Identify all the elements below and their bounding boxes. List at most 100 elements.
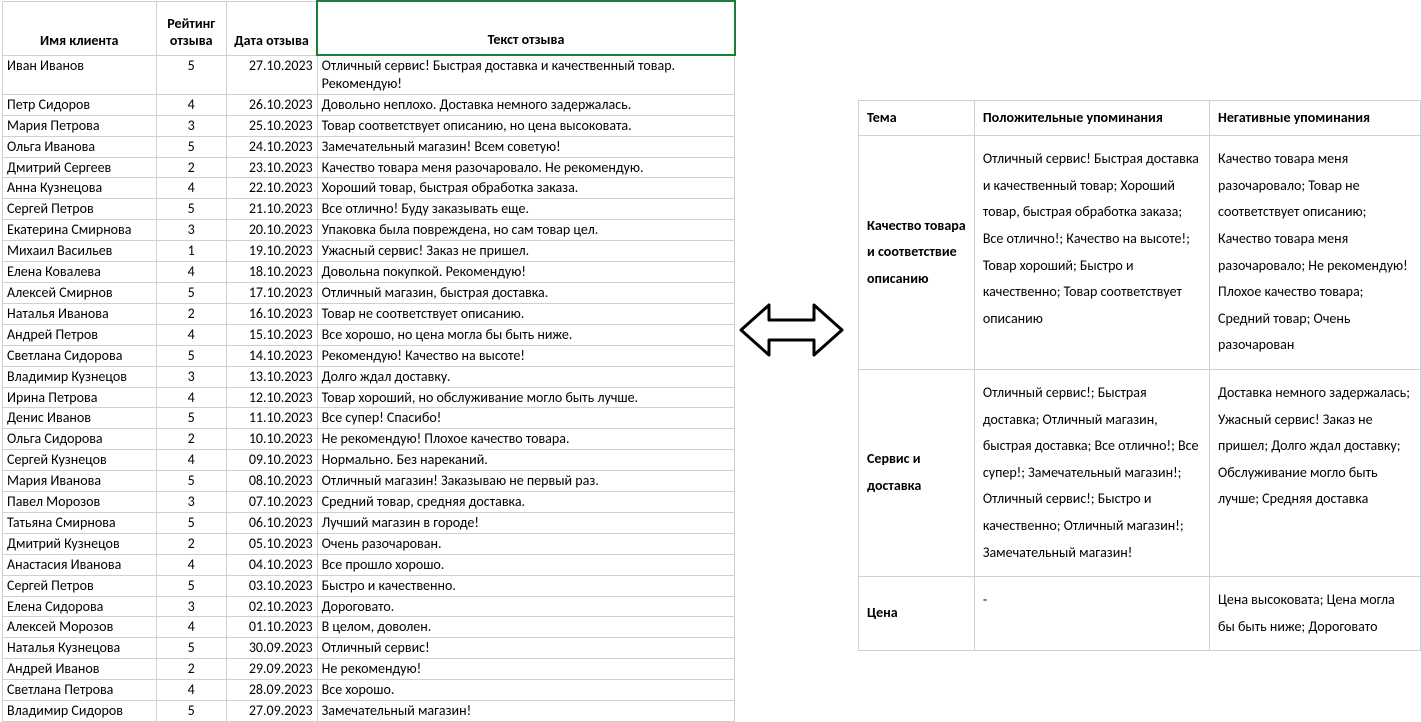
cell-text[interactable]: Очень разочарован. [317, 533, 735, 554]
cell-pos[interactable]: Отличный сервис!; Быстрая доставка; Отли… [974, 369, 1209, 576]
table-row[interactable]: Дмитрий Кузнецов205.10.2023Очень разочар… [3, 533, 735, 554]
cell-name[interactable]: Дмитрий Кузнецов [3, 533, 157, 554]
cell-name[interactable]: Сергей Петров [3, 575, 157, 596]
cell-rate[interactable]: 2 [156, 429, 226, 450]
cell-text[interactable]: Хороший товар, быстрая обработка заказа. [317, 178, 735, 199]
cell-text[interactable]: Товар соответствует описанию, но цена вы… [317, 115, 735, 136]
cell-date[interactable]: 26.10.2023 [226, 94, 317, 115]
cell-rate[interactable]: 3 [156, 492, 226, 513]
cell-rate[interactable]: 5 [156, 282, 226, 303]
cell-date[interactable]: 20.10.2023 [226, 220, 317, 241]
table-row[interactable]: Мария Иванова508.10.2023Отличный магазин… [3, 471, 735, 492]
cell-rate[interactable]: 1 [156, 241, 226, 262]
cell-date[interactable]: 30.09.2023 [226, 638, 317, 659]
header-name[interactable]: Имя клиента [3, 1, 157, 55]
cell-name[interactable]: Петр Сидоров [3, 94, 157, 115]
table-row[interactable]: Елена Ковалева418.10.2023Довольна покупк… [3, 262, 735, 283]
cell-text[interactable]: Товар не соответствует описанию. [317, 303, 735, 324]
cell-rate[interactable]: 2 [156, 157, 226, 178]
cell-neg[interactable]: Цена высоковата; Цена могла бы быть ниже… [1210, 577, 1421, 651]
cell-date[interactable]: 09.10.2023 [226, 450, 317, 471]
cell-rate[interactable]: 3 [156, 366, 226, 387]
cell-name[interactable]: Денис Иванов [3, 408, 157, 429]
cell-text[interactable]: Дороговато. [317, 596, 735, 617]
table-row[interactable]: Андрей Иванов229.09.2023Не рекомендую! [3, 659, 735, 680]
table-row[interactable]: Качество товара и соответствие описаниюО… [858, 136, 1420, 370]
cell-date[interactable]: 21.10.2023 [226, 199, 317, 220]
cell-rate[interactable]: 4 [156, 387, 226, 408]
cell-rate[interactable]: 2 [156, 659, 226, 680]
header-theme[interactable]: Тема [858, 101, 974, 136]
table-row[interactable]: Сергей Кузнецов409.10.2023Нормально. Без… [3, 450, 735, 471]
cell-text[interactable]: Замечательный магазин! Всем советую! [317, 136, 735, 157]
table-row[interactable]: Сергей Петров503.10.2023Быстро и качеств… [3, 575, 735, 596]
table-row[interactable]: Денис Иванов511.10.2023Все супер! Спасиб… [3, 408, 735, 429]
cell-name[interactable]: Наталья Иванова [3, 303, 157, 324]
cell-text[interactable]: Отличный сервис! Быстрая доставка и каче… [317, 55, 735, 94]
cell-name[interactable]: Анастасия Иванова [3, 554, 157, 575]
cell-rate[interactable]: 4 [156, 178, 226, 199]
cell-neg[interactable]: Доставка немного задержалась; Ужасный се… [1210, 369, 1421, 576]
cell-rate[interactable]: 3 [156, 115, 226, 136]
cell-date[interactable]: 18.10.2023 [226, 262, 317, 283]
cell-pos[interactable]: Отличный сервис! Быстрая доставка и каче… [974, 136, 1209, 370]
cell-rate[interactable]: 5 [156, 638, 226, 659]
cell-name[interactable]: Екатерина Смирнова [3, 220, 157, 241]
cell-name[interactable]: Ирина Петрова [3, 387, 157, 408]
table-row[interactable]: Ольга Сидорова210.10.2023Не рекомендую! … [3, 429, 735, 450]
table-row[interactable]: Наталья Кузнецова530.09.2023Отличный сер… [3, 638, 735, 659]
table-row[interactable]: Дмитрий Сергеев223.10.2023Качество товар… [3, 157, 735, 178]
table-row[interactable]: Сервис и доставкаОтличный сервис!; Быстр… [858, 369, 1420, 576]
cell-text[interactable]: Долго ждал доставку. [317, 366, 735, 387]
cell-name[interactable]: Алексей Морозов [3, 617, 157, 638]
cell-date[interactable]: 07.10.2023 [226, 492, 317, 513]
table-row[interactable]: Владимир Сидоров527.09.2023Замечательный… [3, 701, 735, 722]
cell-text[interactable]: Ужасный сервис! Заказ не пришел. [317, 241, 735, 262]
cell-neg[interactable]: Качество товара меня разочаровало; Товар… [1210, 136, 1421, 370]
table-row[interactable]: Ольга Иванова524.10.2023Замечательный ма… [3, 136, 735, 157]
cell-rate[interactable]: 4 [156, 324, 226, 345]
table-row[interactable]: Анна Кузнецова422.10.2023Хороший товар, … [3, 178, 735, 199]
header-pos[interactable]: Положительные упоминания [974, 101, 1209, 136]
cell-date[interactable]: 01.10.2023 [226, 617, 317, 638]
cell-text[interactable]: В целом, доволен. [317, 617, 735, 638]
cell-text[interactable]: Не рекомендую! [317, 659, 735, 680]
table-row[interactable]: Павел Морозов307.10.2023Средний товар, с… [3, 492, 735, 513]
cell-theme[interactable]: Сервис и доставка [858, 369, 974, 576]
header-rate[interactable]: Рейтинг отзыва [156, 1, 226, 55]
table-row[interactable]: Цена-Цена высоковата; Цена могла бы быть… [858, 577, 1420, 651]
cell-date[interactable]: 27.09.2023 [226, 701, 317, 722]
cell-text[interactable]: Все отлично! Буду заказывать еще. [317, 199, 735, 220]
table-row[interactable]: Мария Петрова325.10.2023Товар соответств… [3, 115, 735, 136]
cell-name[interactable]: Владимир Сидоров [3, 701, 157, 722]
cell-text[interactable]: Замечательный магазин! [317, 701, 735, 722]
cell-name[interactable]: Владимир Кузнецов [3, 366, 157, 387]
table-row[interactable]: Светлана Петрова428.09.2023Все хорошо. [3, 680, 735, 701]
cell-name[interactable]: Елена Ковалева [3, 262, 157, 283]
cell-date[interactable]: 08.10.2023 [226, 471, 317, 492]
cell-pos[interactable]: - [974, 577, 1209, 651]
table-row[interactable]: Наталья Иванова216.10.2023Товар не соотв… [3, 303, 735, 324]
cell-rate[interactable]: 5 [156, 136, 226, 157]
cell-text[interactable]: Упаковка была повреждена, но сам товар ц… [317, 220, 735, 241]
header-date[interactable]: Дата отзыва [226, 1, 317, 55]
cell-date[interactable]: 19.10.2023 [226, 241, 317, 262]
cell-rate[interactable]: 5 [156, 55, 226, 94]
cell-date[interactable]: 02.10.2023 [226, 596, 317, 617]
cell-date[interactable]: 22.10.2023 [226, 178, 317, 199]
table-row[interactable]: Татьяна Смирнова506.10.2023Лучший магази… [3, 512, 735, 533]
table-row[interactable]: Анастасия Иванова404.10.2023Все прошло х… [3, 554, 735, 575]
cell-name[interactable]: Дмитрий Сергеев [3, 157, 157, 178]
cell-date[interactable]: 16.10.2023 [226, 303, 317, 324]
cell-date[interactable]: 15.10.2023 [226, 324, 317, 345]
cell-text[interactable]: Рекомендую! Качество на высоте! [317, 345, 735, 366]
cell-text[interactable]: Отличный магазин! Заказываю не первый ра… [317, 471, 735, 492]
cell-date[interactable]: 14.10.2023 [226, 345, 317, 366]
cell-date[interactable]: 11.10.2023 [226, 408, 317, 429]
cell-rate[interactable]: 5 [156, 471, 226, 492]
cell-rate[interactable]: 5 [156, 701, 226, 722]
cell-date[interactable]: 03.10.2023 [226, 575, 317, 596]
table-row[interactable]: Алексей Смирнов517.10.2023Отличный магаз… [3, 282, 735, 303]
cell-rate[interactable]: 5 [156, 408, 226, 429]
table-row[interactable]: Ирина Петрова412.10.2023Товар хороший, н… [3, 387, 735, 408]
